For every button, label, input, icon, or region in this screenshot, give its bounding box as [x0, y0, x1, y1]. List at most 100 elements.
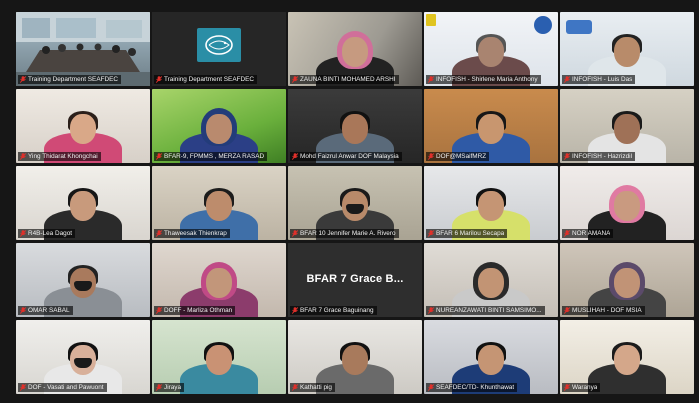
muted-mic-icon [20, 307, 26, 314]
participant-nameplate: DOF - Vasati and Pawuont [18, 383, 107, 392]
participant-nameplate: BFAR 7 Grace Baguinang [290, 306, 377, 315]
participant-name: SEAFDEC/TD- Khunthawat [436, 384, 515, 391]
video-tile-bfar-6-marilou-secapa[interactable]: BFAR 6 Marilou Secapa [424, 166, 558, 240]
crest-icon [426, 14, 436, 26]
muted-mic-icon [564, 384, 570, 391]
participant-nameplate: INFOFISH - Shirlene Maria Anthony [426, 75, 541, 84]
participant-display-name: BFAR 7 Grace B... [306, 273, 404, 285]
participant-name: INFOFISH - Luis Das [572, 76, 633, 83]
participant-name: INFOFISH - Shirlene Maria Anthony [436, 76, 538, 83]
participant-nameplate: Ying Thidarat Khongchai [18, 152, 101, 161]
participant-nameplate: INFOFISH - Luis Das [562, 75, 636, 84]
muted-mic-icon [564, 76, 570, 83]
video-tile-kathatti-pig[interactable]: Kathatti pig [288, 320, 422, 394]
muted-mic-icon [156, 76, 162, 83]
participant-name: BFAR 7 Grace Baguinang [300, 307, 374, 314]
video-tile-thaweesak-thienkrap[interactable]: Thaweesak Thienkrap [152, 166, 286, 240]
participant-nameplate: BFAR 6 Marilou Secapa [426, 229, 508, 238]
video-tile-omar-sabal[interactable]: OMAR SABAL [16, 243, 150, 317]
infofish-banner-icon [566, 20, 592, 34]
participant-nameplate: Kathatti pig [290, 383, 335, 392]
participant-nameplate: Thaweesak Thienkrap [154, 229, 230, 238]
participant-nameplate: SEAFDEC/TD- Khunthawat [426, 383, 518, 392]
participant-nameplate: Waranya [562, 383, 601, 392]
participant-name: Mohd Faizrul Anwar DOF Malaysia [300, 153, 399, 160]
muted-mic-icon [292, 307, 298, 314]
video-tile-bfar-7-grace-baguinang[interactable]: BFAR 7 Grace B... BFAR 7 Grace Baguinang [288, 243, 422, 317]
gallery-grid: Training Department SEAFDEC Training Depa… [16, 12, 699, 403]
participant-nameplate: Jiraya [154, 383, 185, 392]
muted-mic-icon [156, 230, 162, 237]
participant-name: DOF@MSaifMRZ [436, 153, 487, 160]
participant-nameplate: MUSLIHAH - DOF MSIA [562, 306, 645, 315]
participant-name: OMAR SABAL [28, 307, 70, 314]
muted-mic-icon [428, 153, 434, 160]
video-tile-nureanzawati-binti-samsimo[interactable]: NUREANZAWATI BINTI SAMSIMO... [424, 243, 558, 317]
muted-mic-icon [428, 76, 434, 83]
video-tile-zauna-binti-mohamed-arshi[interactable]: ZAUNA BINTI MOHAMED ARSHI [288, 12, 422, 86]
participant-name: Jiraya [164, 384, 182, 391]
video-tile-r4b-lea-dagot[interactable]: R4B-Lea Dagot [16, 166, 150, 240]
participant-name: DOFF - Marliza Othman [164, 307, 233, 314]
muted-mic-icon [20, 384, 26, 391]
video-tile-seafdec-td-khunthawat[interactable]: SEAFDEC/TD- Khunthawat [424, 320, 558, 394]
participant-nameplate: BFAR-9, FPMMS , MERZA RASAD [154, 152, 268, 161]
participant-name: BFAR 10 Jennifer Marie A. Rivero [300, 230, 396, 237]
participant-nameplate: Mohd Faizrul Anwar DOF Malaysia [290, 152, 402, 161]
video-tile-mohd-faizrul-anwar-dof-malaysia[interactable]: Mohd Faizrul Anwar DOF Malaysia [288, 89, 422, 163]
muted-mic-icon [428, 230, 434, 237]
muted-mic-icon [292, 153, 298, 160]
video-tile-training-department-seafdec[interactable]: Training Department SEAFDEC [152, 12, 286, 86]
video-tile-infofish-shirlene-maria-anthony[interactable]: INFOFISH - Shirlene Maria Anthony [424, 12, 558, 86]
participant-nameplate: NOR AMANA [562, 229, 614, 238]
muted-mic-icon [292, 384, 298, 391]
participant-name: ZAUNA BINTI MOHAMED ARSHI [300, 76, 396, 83]
muted-mic-icon [564, 153, 570, 160]
muted-mic-icon [20, 76, 26, 83]
participant-name: Waranya [572, 384, 598, 391]
video-tile-jiraya[interactable]: Jiraya [152, 320, 286, 394]
video-tile-infofish-hazrizdil[interactable]: INFOFISH - Hazrizdil [560, 89, 694, 163]
muted-mic-icon [156, 384, 162, 391]
participant-name: DOF - Vasati and Pawuont [28, 384, 104, 391]
participant-name: Training Department SEAFDEC [28, 76, 118, 83]
participant-nameplate: NUREANZAWATI BINTI SAMSIMO... [426, 306, 545, 315]
video-tile-infofish-luis-das[interactable]: INFOFISH - Luis Das [560, 12, 694, 86]
participant-name: Kathatti pig [300, 384, 332, 391]
muted-mic-icon [428, 384, 434, 391]
muted-mic-icon [20, 230, 26, 237]
participant-nameplate: INFOFISH - Hazrizdil [562, 152, 636, 161]
video-tile-dof-vasati-and-pawuont[interactable]: DOF - Vasati and Pawuont [16, 320, 150, 394]
participant-name: INFOFISH - Hazrizdil [572, 153, 633, 160]
participant-name: NUREANZAWATI BINTI SAMSIMO... [436, 307, 542, 314]
participant-name: BFAR-9, FPMMS , MERZA RASAD [164, 153, 265, 160]
video-tile-ying-thidarat-khongchai[interactable]: Ying Thidarat Khongchai [16, 89, 150, 163]
muted-mic-icon [564, 307, 570, 314]
participant-name: NOR AMANA [572, 230, 611, 237]
video-tile-nor-amana[interactable]: NOR AMANA [560, 166, 694, 240]
infofish-logo-icon [534, 16, 552, 34]
participant-name: Ying Thidarat Khongchai [28, 153, 98, 160]
video-tile-doff-marliza-othman[interactable]: DOFF - Marliza Othman [152, 243, 286, 317]
participant-nameplate: Training Department SEAFDEC [18, 75, 121, 84]
video-conference-window: Training Department SEAFDEC Training Depa… [0, 0, 699, 403]
participant-name: R4B-Lea Dagot [28, 230, 73, 237]
video-tile-waranya[interactable]: Waranya [560, 320, 694, 394]
seafdec-logo-icon [197, 28, 241, 62]
participant-nameplate: DOFF - Marliza Othman [154, 306, 236, 315]
video-tile-bfar-9-fpmms-merza-rasad[interactable]: BFAR-9, FPMMS , MERZA RASAD [152, 89, 286, 163]
participant-nameplate: DOF@MSaifMRZ [426, 152, 490, 161]
muted-mic-icon [428, 307, 434, 314]
video-tile-dof-msaifmrz[interactable]: DOF@MSaifMRZ [424, 89, 558, 163]
video-tile-muslihah-dof-msia[interactable]: MUSLIHAH - DOF MSIA [560, 243, 694, 317]
video-tile-bfar-10-jennifer-marie-a-rivero[interactable]: BFAR 10 Jennifer Marie A. Rivero [288, 166, 422, 240]
muted-mic-icon [292, 230, 298, 237]
video-tile-training-department-seafdec[interactable]: Training Department SEAFDEC [16, 12, 150, 86]
muted-mic-icon [292, 76, 298, 83]
participant-name: Training Department SEAFDEC [164, 76, 254, 83]
participant-name: MUSLIHAH - DOF MSIA [572, 307, 642, 314]
participant-nameplate: R4B-Lea Dagot [18, 229, 76, 238]
muted-mic-icon [564, 230, 570, 237]
muted-mic-icon [156, 153, 162, 160]
participant-name: Thaweesak Thienkrap [164, 230, 227, 237]
